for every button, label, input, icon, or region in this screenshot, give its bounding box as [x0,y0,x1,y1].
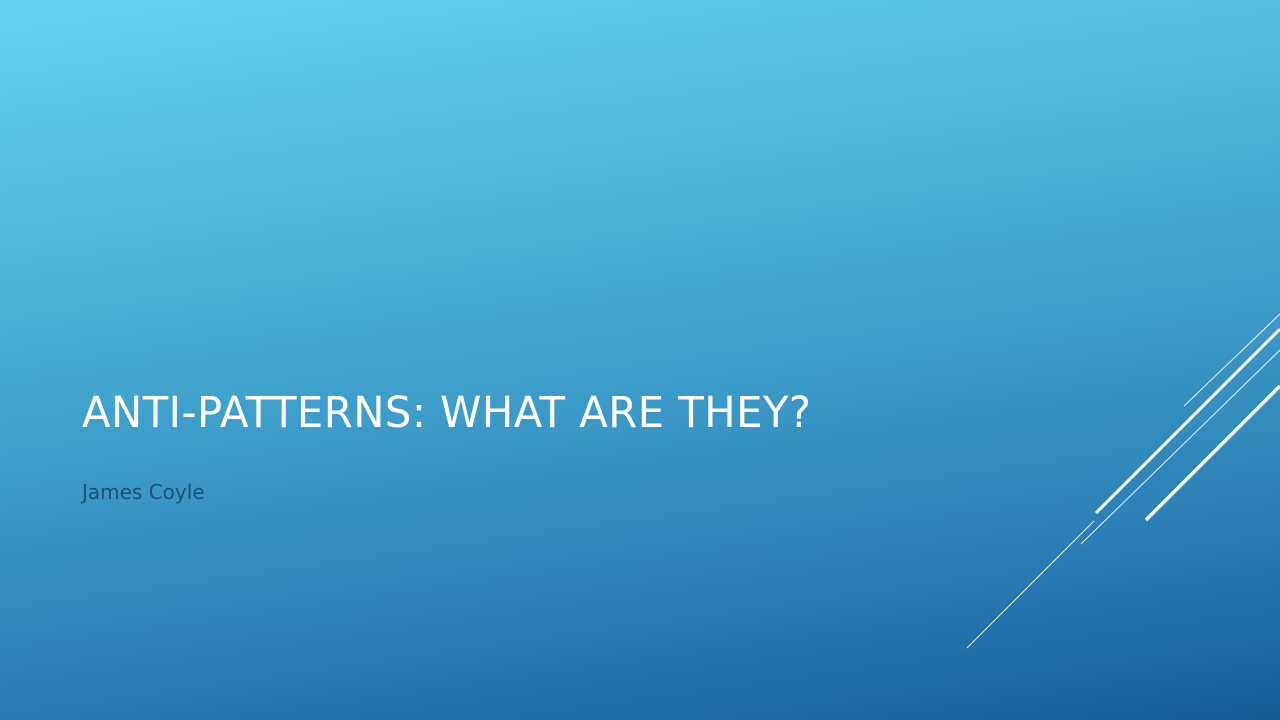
slide-subtitle: James Coyle [82,480,205,504]
slide: Anti-Patterns: What Are They? James Coyl… [0,0,1280,720]
decorative-line [966,520,1095,649]
decorative-line [1183,313,1280,407]
decorative-line [1094,327,1280,515]
decorative-line [1080,349,1280,545]
decorative-line [1144,384,1280,522]
decorative-lines [966,313,1280,649]
slide-title: Anti-Patterns: What Are They? [82,388,812,438]
